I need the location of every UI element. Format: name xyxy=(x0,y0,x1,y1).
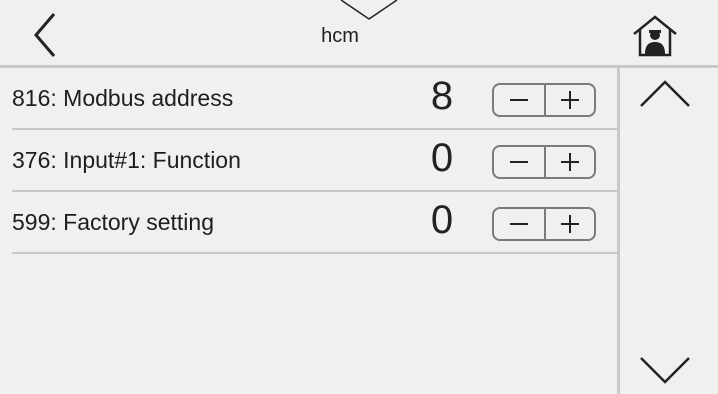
parameter-value: 0 xyxy=(430,198,454,242)
increment-button[interactable] xyxy=(545,85,595,115)
minus-icon xyxy=(510,99,528,101)
home-button[interactable] xyxy=(630,14,680,58)
minus-icon xyxy=(510,161,528,163)
parameter-label: 816: Modbus address xyxy=(12,85,234,111)
plus-icon xyxy=(561,215,579,233)
chevron-down-tab-icon xyxy=(340,0,398,20)
value-stepper xyxy=(492,83,596,117)
chevron-up-icon xyxy=(640,80,690,107)
value-stepper xyxy=(492,145,596,179)
menu-dropdown-button[interactable] xyxy=(339,0,399,22)
plus-icon xyxy=(561,91,579,109)
parameter-label: 599: Factory setting xyxy=(12,209,214,235)
scroll-up-button[interactable] xyxy=(635,76,695,112)
increment-button[interactable] xyxy=(545,209,595,239)
decrement-button[interactable] xyxy=(494,147,544,177)
scroll-divider xyxy=(617,68,620,394)
header-bar: hcm xyxy=(0,0,718,66)
parameter-row: 816: Modbus address 8 xyxy=(12,68,617,130)
page-title: hcm xyxy=(321,25,359,47)
parameter-value: 8 xyxy=(430,74,454,118)
decrement-button[interactable] xyxy=(494,85,544,115)
parameter-row: 376: Input#1: Function 0 xyxy=(12,130,617,192)
scroll-down-button[interactable] xyxy=(635,352,695,388)
minus-icon xyxy=(510,223,528,225)
increment-button[interactable] xyxy=(545,147,595,177)
parameter-row: 599: Factory setting 0 xyxy=(12,192,617,254)
decrement-button[interactable] xyxy=(494,209,544,239)
parameter-label: 376: Input#1: Function xyxy=(12,147,241,173)
scroll-panel xyxy=(617,68,718,394)
chevron-down-icon xyxy=(640,357,690,384)
parameter-list: 816: Modbus address 8 376: Input#1: Func… xyxy=(12,68,617,394)
home-user-icon xyxy=(633,15,677,57)
plus-icon xyxy=(561,153,579,171)
value-stepper xyxy=(492,207,596,241)
parameter-value: 0 xyxy=(430,136,454,180)
